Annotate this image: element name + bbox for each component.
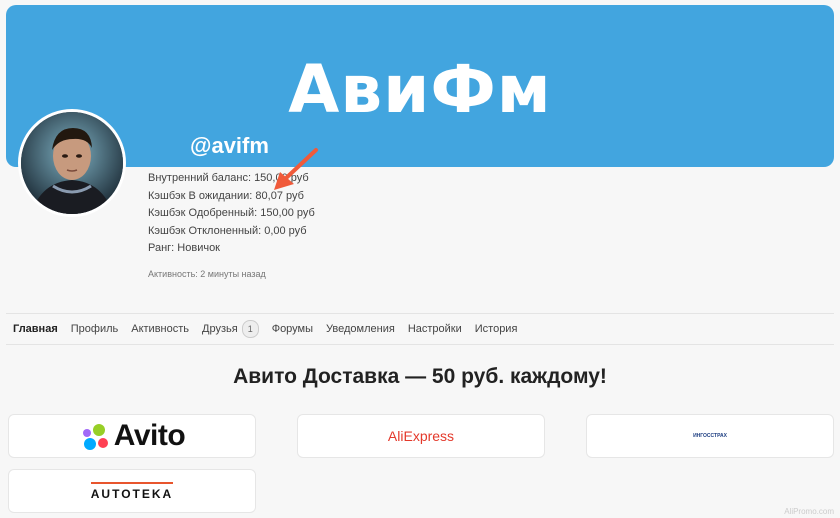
tab-friends[interactable]: Друзья 1 bbox=[202, 320, 259, 338]
autoteka-name: AUTOTEKA bbox=[90, 481, 174, 501]
profile-cover: АвиФм bbox=[6, 5, 834, 167]
avito-logo-icon bbox=[82, 424, 108, 450]
cover-title: АвиФм bbox=[288, 51, 552, 128]
profile-activity: Активность: 2 минуты назад bbox=[148, 269, 266, 279]
avito-name: Avito bbox=[113, 419, 186, 452]
stat-rank: Ранг: Новичок bbox=[148, 242, 220, 254]
stat-cashback-approved: Кэшбэк Одобренный: 150,00 руб bbox=[148, 207, 315, 219]
tab-main[interactable]: Главная bbox=[13, 323, 58, 335]
promo-headline: Авито Доставка — 50 руб. каждому! bbox=[233, 365, 607, 388]
ingosstrakh-name: ИНГОССТРАХ bbox=[693, 433, 727, 439]
store-card-avito[interactable]: Avito bbox=[8, 414, 256, 458]
store-card-aliexpress[interactable]: AliExpress bbox=[297, 414, 545, 458]
tab-forums[interactable]: Форумы bbox=[272, 323, 313, 335]
watermark: AliPromo.com bbox=[784, 507, 834, 516]
highlight-arrow-icon bbox=[274, 148, 318, 190]
profile-tabs: Главная Профиль Активность Друзья 1 Фору… bbox=[6, 313, 834, 345]
friends-count-badge: 1 bbox=[241, 320, 259, 338]
tab-profile[interactable]: Профиль bbox=[71, 323, 119, 335]
tab-notifications[interactable]: Уведомления bbox=[326, 323, 395, 335]
tab-activity[interactable]: Активность bbox=[131, 323, 189, 335]
tab-settings[interactable]: Настройки bbox=[408, 323, 462, 335]
tab-history[interactable]: История bbox=[475, 323, 518, 335]
profile-username: @avifm bbox=[190, 133, 269, 158]
store-card-ingosstrakh[interactable]: ИНГОССТРАХ bbox=[586, 414, 834, 458]
avatar[interactable] bbox=[18, 109, 126, 217]
store-card-autoteka[interactable]: AUTOTEKA bbox=[8, 469, 256, 513]
aliexpress-name: AliExpress bbox=[387, 428, 455, 444]
stat-cashback-rejected: Кэшбэк Отклоненный: 0,00 руб bbox=[148, 224, 307, 237]
